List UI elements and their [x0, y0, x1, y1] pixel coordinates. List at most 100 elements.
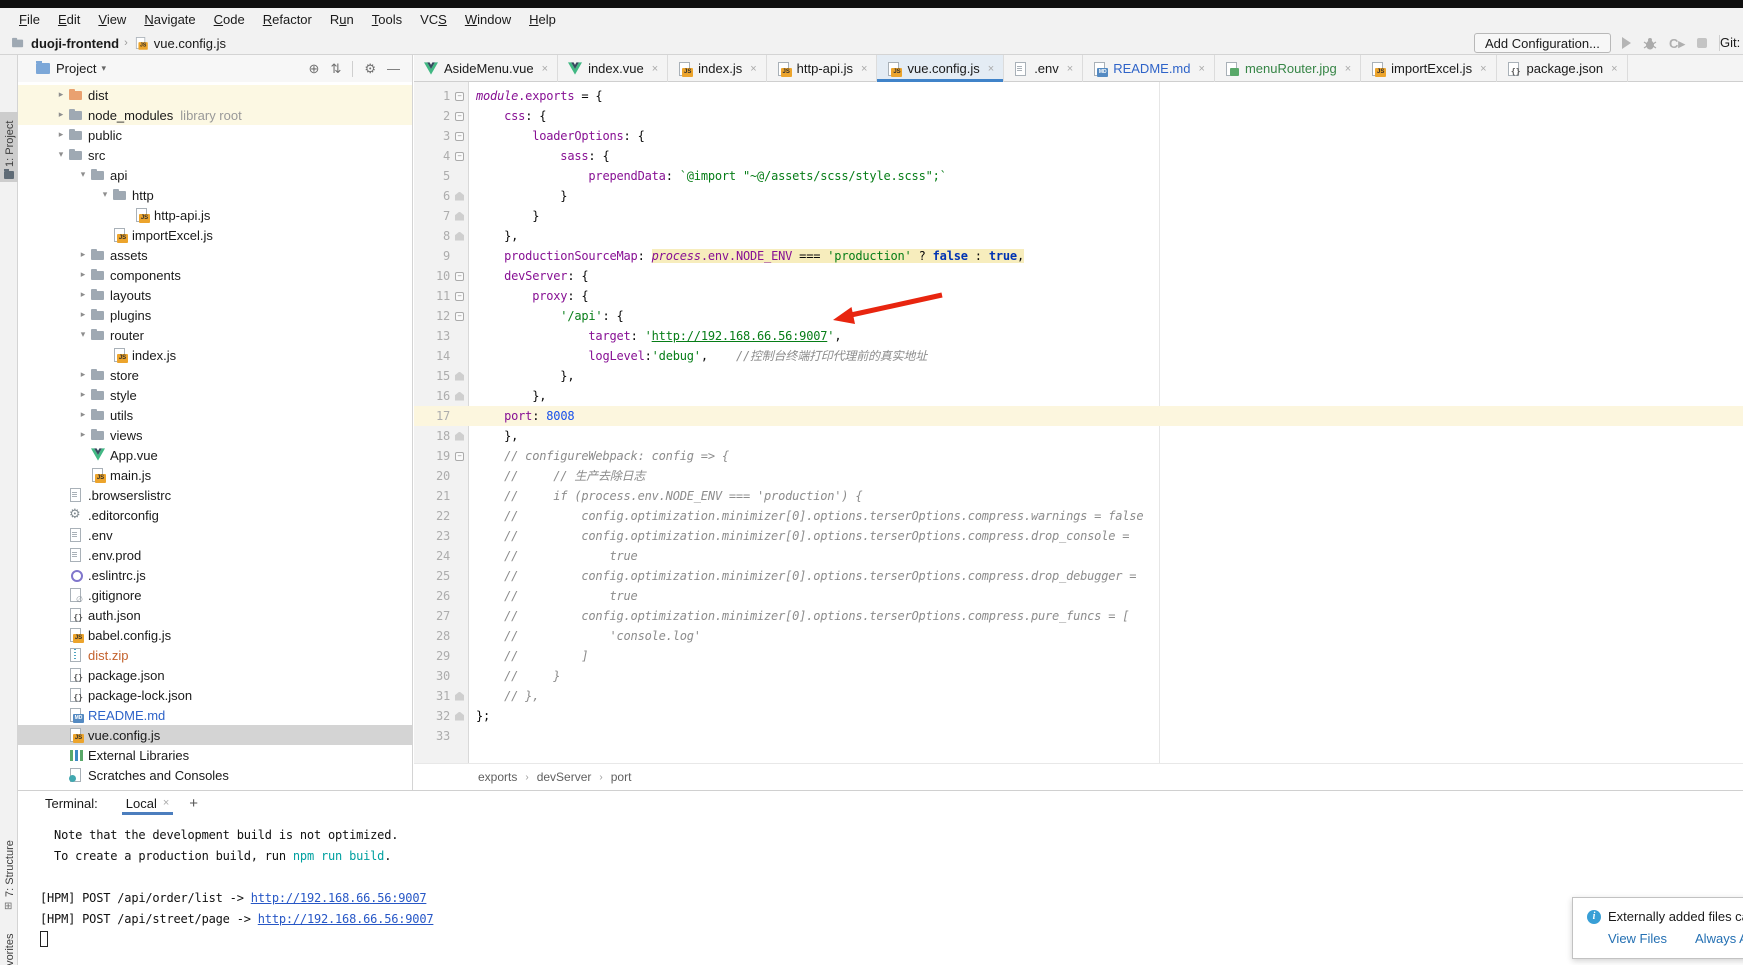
tree-item-style[interactable]: ▸style [18, 385, 412, 405]
terminal-output[interactable]: Note that the development build is not o… [40, 825, 433, 951]
code-line-11[interactable]: 11− proxy: { [414, 286, 1743, 306]
tree-item-readme-md[interactable]: README.md [18, 705, 412, 725]
code-line-7[interactable]: 7 } [414, 206, 1743, 226]
locate-icon[interactable]: ⊕ [309, 61, 320, 77]
menu-refactor[interactable]: Refactor [254, 8, 321, 31]
tree-item-dist[interactable]: ▸dist [18, 85, 412, 105]
code-line-8[interactable]: 8 }, [414, 226, 1743, 246]
menu-window[interactable]: Window [456, 8, 520, 31]
terminal-tab-label[interactable]: Local [126, 796, 157, 811]
menu-view[interactable]: View [89, 8, 135, 31]
close-icon[interactable]: × [1345, 63, 1351, 75]
fold-marker-icon[interactable] [450, 366, 469, 386]
stripe-structure-label[interactable]: 7: Structure [4, 840, 16, 897]
close-icon[interactable]: × [542, 63, 548, 75]
code-line-9[interactable]: 9 productionSourceMap: process.env.NODE_… [414, 246, 1743, 266]
chevron-down-icon[interactable]: ▾ [101, 63, 106, 74]
code-line-32[interactable]: 32}; [414, 706, 1743, 726]
fold-marker-icon[interactable] [450, 226, 469, 246]
editor-tab-readme-md[interactable]: README.md× [1083, 55, 1215, 82]
chevron-down-icon[interactable]: ▾ [76, 330, 90, 340]
tree-item--editorconfig[interactable]: .editorconfig [18, 505, 412, 525]
tree-item-external-libraries[interactable]: External Libraries [18, 745, 412, 765]
code-line-21[interactable]: 21 // if (process.env.NODE_ENV === 'prod… [414, 486, 1743, 506]
breadcrumb-file[interactable]: vue.config.js [154, 36, 226, 51]
stripe-favorites-label[interactable]: 2: Favorites [4, 934, 16, 965]
chevron-right-icon[interactable]: ▸ [54, 110, 68, 120]
git-label[interactable]: Git: [1720, 35, 1740, 50]
chevron-right-icon[interactable]: ▸ [76, 430, 90, 440]
menu-navigate[interactable]: Navigate [135, 8, 204, 31]
code-line-22[interactable]: 22 // config.optimization.minimizer[0].o… [414, 506, 1743, 526]
tree-item-layouts[interactable]: ▸layouts [18, 285, 412, 305]
fold-marker-icon[interactable]: − [450, 446, 469, 466]
new-terminal-icon[interactable]: + [189, 795, 198, 812]
tree-item-node-modules[interactable]: ▸node_moduleslibrary root [18, 105, 412, 125]
tree-item-assets[interactable]: ▸assets [18, 245, 412, 265]
tree-item--env-prod[interactable]: .env.prod [18, 545, 412, 565]
menu-vcs[interactable]: VCS [411, 8, 456, 31]
terminal-tab-local[interactable]: Local × [122, 791, 174, 815]
tree-item-index-js[interactable]: index.js [18, 345, 412, 365]
tree-item-router[interactable]: ▾router [18, 325, 412, 345]
menu-file[interactable]: File [10, 8, 49, 31]
tree-item-package-json[interactable]: package.json [18, 665, 412, 685]
code-line-24[interactable]: 24 // true [414, 546, 1743, 566]
code-line-3[interactable]: 3− loaderOptions: { [414, 126, 1743, 146]
code-line-19[interactable]: 19− // configureWebpack: config => { [414, 446, 1743, 466]
notification-link-always-add[interactable]: Always Add [1695, 931, 1743, 946]
code-line-28[interactable]: 28 // 'console.log' [414, 626, 1743, 646]
editor-breadcrumb-port[interactable]: port [611, 770, 632, 784]
chevron-right-icon[interactable]: ▸ [76, 410, 90, 420]
tree-item-auth-json[interactable]: auth.json [18, 605, 412, 625]
editor-tab-index-vue[interactable]: index.vue× [558, 55, 668, 82]
chevron-right-icon[interactable]: ▸ [76, 270, 90, 280]
terminal-link[interactable]: http://192.168.66.56:9007 [251, 891, 427, 905]
editor-tab-index-js[interactable]: index.js× [668, 55, 767, 82]
tree-item-package-lock-json[interactable]: package-lock.json [18, 685, 412, 705]
editor-tab-asidemenu-vue[interactable]: AsideMenu.vue× [414, 55, 558, 82]
gear-icon[interactable]: ⚙ [364, 61, 376, 77]
breadcrumb-project[interactable]: duoji-frontend [31, 36, 119, 51]
code-line-12[interactable]: 12− '/api': { [414, 306, 1743, 326]
chevron-right-icon[interactable]: ▸ [54, 90, 68, 100]
terminal-link[interactable]: http://192.168.66.56:9007 [258, 912, 434, 926]
tree-item-scratches-and-consoles[interactable]: Scratches and Consoles [18, 765, 412, 785]
code-line-17[interactable]: 17 port: 8008 [414, 406, 1743, 426]
tree-item-store[interactable]: ▸store [18, 365, 412, 385]
code-line-2[interactable]: 2− css: { [414, 106, 1743, 126]
close-icon[interactable]: × [1611, 63, 1617, 75]
code-line-18[interactable]: 18 }, [414, 426, 1743, 446]
close-icon[interactable]: × [652, 63, 658, 75]
notification-link-view-files[interactable]: View Files [1608, 931, 1667, 946]
tree-item-dist-zip[interactable]: dist.zip [18, 645, 412, 665]
fold-marker-icon[interactable] [450, 706, 469, 726]
code-line-10[interactable]: 10− devServer: { [414, 266, 1743, 286]
menu-run[interactable]: Run [321, 8, 363, 31]
close-icon[interactable]: × [1480, 63, 1486, 75]
debug-icon[interactable] [1643, 36, 1657, 50]
tree-item-vue-config-js[interactable]: vue.config.js [18, 725, 412, 745]
code-line-23[interactable]: 23 // config.optimization.minimizer[0].o… [414, 526, 1743, 546]
chevron-right-icon[interactable]: ▸ [76, 370, 90, 380]
editor-tab-importexcel-js[interactable]: importExcel.js× [1361, 55, 1496, 82]
tree-item-main-js[interactable]: main.js [18, 465, 412, 485]
close-icon[interactable]: × [750, 63, 756, 75]
code-line-16[interactable]: 16 }, [414, 386, 1743, 406]
close-icon[interactable]: × [163, 797, 169, 809]
fold-marker-icon[interactable] [450, 186, 469, 206]
fold-marker-icon[interactable] [450, 206, 469, 226]
project-panel-title[interactable]: Project [56, 61, 96, 76]
chevron-right-icon[interactable]: ▸ [76, 250, 90, 260]
tree-item-importexcel-js[interactable]: importExcel.js [18, 225, 412, 245]
run-icon[interactable] [1622, 37, 1631, 49]
chevron-down-icon[interactable]: ▾ [76, 170, 90, 180]
code-line-33[interactable]: 33 [414, 726, 1743, 746]
fold-marker-icon[interactable] [450, 686, 469, 706]
fold-marker-icon[interactable]: − [450, 86, 469, 106]
menu-help[interactable]: Help [520, 8, 565, 31]
code-line-31[interactable]: 31 // }, [414, 686, 1743, 706]
fold-marker-icon[interactable]: − [450, 146, 469, 166]
code-line-4[interactable]: 4− sass: { [414, 146, 1743, 166]
collapse-all-icon[interactable]: ⇅ [330, 61, 341, 77]
